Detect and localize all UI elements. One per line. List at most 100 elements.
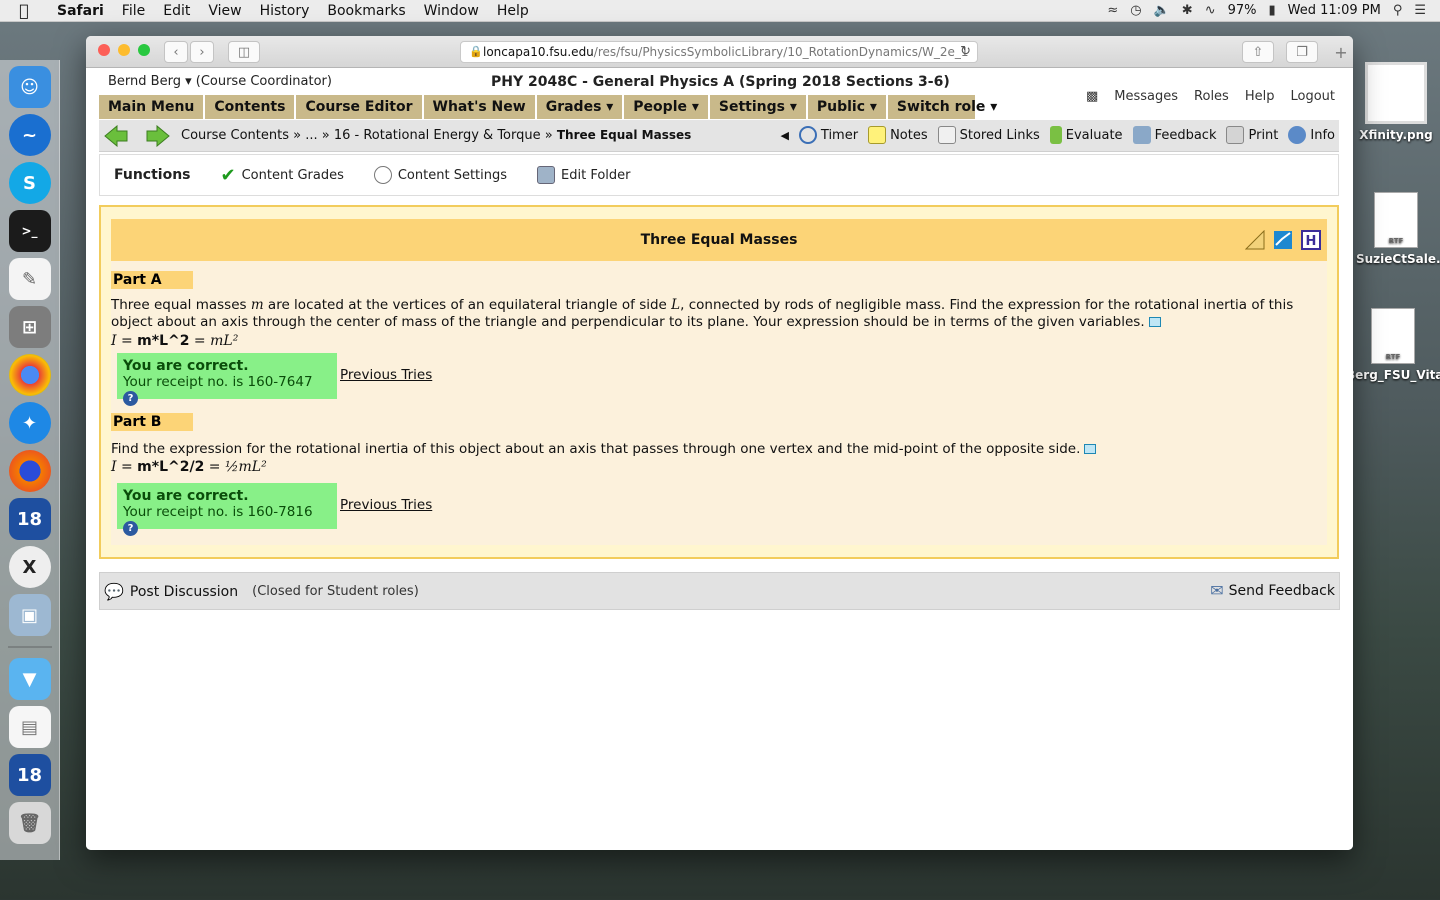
info-tool[interactable]: Info — [1288, 126, 1335, 144]
close-window-button[interactable] — [98, 44, 110, 56]
terminal-icon[interactable]: >_ — [8, 210, 51, 252]
menu-help[interactable]: Help — [488, 3, 538, 19]
notes-tool[interactable]: Notes — [868, 126, 928, 144]
turbotax-doc-icon[interactable]: 18 — [8, 754, 51, 796]
reload-icon[interactable]: ↻ — [960, 44, 971, 59]
menu-window[interactable]: Window — [415, 3, 488, 19]
send-feedback-link[interactable]: ✉ Send Feedback — [1210, 581, 1335, 600]
edit-problem-icon[interactable] — [1273, 230, 1293, 250]
help-question-icon[interactable]: ? — [123, 520, 138, 536]
help-question-icon[interactable]: ? — [123, 390, 138, 406]
bookmark-icon — [937, 126, 956, 144]
desktop-file-xfinity[interactable]: Xfinity.png — [1356, 62, 1436, 142]
functions-title: Functions — [114, 167, 191, 183]
stored-links-tool[interactable]: Stored Links — [937, 126, 1040, 144]
menu-edit[interactable]: Edit — [154, 3, 199, 19]
messages-link[interactable]: Messages — [1114, 89, 1178, 104]
help-link[interactable]: Help — [1245, 89, 1275, 104]
print-tool[interactable]: Print — [1226, 126, 1278, 144]
skype-icon[interactable]: S — [8, 162, 51, 204]
menu-switch-role[interactable]: Switch role ▾ — [888, 95, 1009, 119]
sidebar-toggle-icon[interactable]: ◫ — [228, 41, 260, 63]
firefox-icon[interactable] — [8, 450, 51, 492]
menu-contents[interactable]: Contents — [205, 95, 297, 119]
content-grades-link[interactable]: ✔ Content Grades — [221, 165, 344, 186]
safari-icon[interactable]: ✦ — [8, 402, 51, 444]
problem-container: Three Equal Masses H Part A Three equal … — [99, 205, 1339, 559]
tabs-overview-icon[interactable]: ❐ — [1286, 41, 1318, 63]
desktop-file-vita[interactable]: RTF Berg_FSU_Vita_20...6.rtf — [1346, 308, 1440, 382]
document-stack-icon[interactable]: ▤ — [8, 706, 51, 748]
time-machine-icon[interactable]: ◷ — [1130, 3, 1141, 18]
mail-bird-icon[interactable]: ~ — [8, 114, 51, 156]
collapse-tools-icon[interactable]: ◀ — [780, 129, 788, 142]
finder-icon[interactable]: ☺ — [8, 66, 51, 108]
part-b-correct-box: You are correct. Your receipt no. is 160… — [117, 483, 337, 536]
calculator-icon[interactable]: ⊞ — [8, 306, 51, 348]
back-button[interactable]: ‹ — [164, 41, 188, 63]
apple-menu-icon[interactable]:  — [0, 1, 48, 20]
previous-arrow-icon[interactable] — [103, 125, 129, 147]
x11-icon[interactable]: X — [8, 546, 51, 588]
menu-whats-new[interactable]: What's New — [424, 95, 537, 119]
post-discussion[interactable]: 💬 Post Discussion (Closed for Student ro… — [104, 582, 419, 601]
part-a-correct-box: You are correct. Your receipt no. is 160… — [117, 353, 337, 406]
turbotax-18-icon[interactable]: 18 — [8, 498, 51, 540]
feedback-label: Feedback — [1154, 127, 1217, 143]
ruler-triangle-icon[interactable] — [1245, 230, 1265, 250]
inbox-icon[interactable]: ▩ — [1086, 89, 1098, 104]
edit-folder-link[interactable]: Edit Folder — [537, 166, 631, 184]
desktop-file-label: Xfinity.png — [1359, 128, 1433, 142]
desktop-file-suzie[interactable]: RTF SuzieCtSale.rtf — [1356, 192, 1440, 266]
menubar-clock[interactable]: Wed 11:09 PM — [1288, 3, 1381, 18]
roles-link[interactable]: Roles — [1194, 89, 1229, 104]
menu-view[interactable]: View — [199, 3, 250, 19]
part-a-previous-tries-link[interactable]: Previous Tries — [340, 367, 432, 383]
part-b-label: Part B — [111, 413, 193, 431]
bluetooth-icon[interactable]: ✱ — [1182, 3, 1193, 18]
menu-course-editor[interactable]: Course Editor — [296, 95, 424, 119]
share-icon[interactable]: ⇧ — [1242, 41, 1274, 63]
url-host: loncapa10.fsu.edu — [483, 45, 594, 59]
menu-grades[interactable]: Grades ▾ — [537, 95, 625, 119]
menu-file[interactable]: File — [113, 3, 154, 19]
airplay-icon[interactable]: ≈ — [1107, 3, 1118, 18]
part-b-previous-tries-link[interactable]: Previous Tries — [340, 497, 432, 513]
address-bar[interactable]: 🔒 loncapa10.fsu.edu/res/fsu/PhysicsSymbo… — [460, 41, 978, 63]
menu-people[interactable]: People ▾ — [624, 95, 710, 119]
stopwatch-icon — [798, 126, 817, 144]
evaluate-tool[interactable]: Evaluate — [1049, 126, 1123, 144]
content-settings-link[interactable]: Content Settings — [373, 166, 507, 184]
minimize-window-button[interactable] — [118, 44, 130, 56]
menu-public[interactable]: Public ▾ — [808, 95, 888, 119]
spotlight-search-icon[interactable]: ⚲ — [1393, 3, 1403, 18]
menu-settings[interactable]: Settings ▾ — [710, 95, 808, 119]
new-tab-icon[interactable]: + — [1330, 41, 1352, 63]
menu-app-name[interactable]: Safari — [48, 3, 113, 19]
menu-main-menu[interactable]: Main Menu — [99, 95, 206, 119]
downloads-folder-icon[interactable]: ▼ — [8, 658, 51, 700]
sticky-note-icon — [868, 126, 887, 144]
timer-tool[interactable]: Timer — [798, 126, 858, 144]
user-name-menu[interactable]: Bernd Berg ▾ — [108, 74, 192, 89]
notification-center-icon[interactable]: ☰ — [1414, 3, 1426, 18]
hint-h-icon[interactable]: H — [1301, 230, 1321, 250]
note-icon[interactable] — [1148, 317, 1161, 327]
zoom-window-button[interactable] — [138, 44, 150, 56]
breadcrumb-path[interactable]: Course Contents » ... » 16 - Rotational … — [181, 128, 553, 143]
feedback-tool[interactable]: Feedback — [1132, 126, 1217, 144]
problem-title: Three Equal Masses — [640, 232, 798, 248]
wifi-icon[interactable]: ∿ — [1205, 3, 1216, 18]
image-capture-icon[interactable]: ▣ — [8, 594, 51, 636]
textedit-icon[interactable]: ✎ — [8, 258, 51, 300]
menu-bookmarks[interactable]: Bookmarks — [318, 3, 414, 19]
battery-percent[interactable]: 97% — [1228, 3, 1257, 18]
trash-icon[interactable]: 🗑 — [8, 802, 51, 844]
volume-icon[interactable]: 🔈 — [1154, 3, 1170, 18]
logout-link[interactable]: Logout — [1290, 89, 1335, 104]
note-icon[interactable] — [1084, 444, 1097, 454]
chrome-icon[interactable] — [8, 354, 51, 396]
forward-button[interactable]: › — [190, 41, 214, 63]
next-arrow-icon[interactable] — [145, 125, 171, 147]
menu-history[interactable]: History — [251, 3, 319, 19]
